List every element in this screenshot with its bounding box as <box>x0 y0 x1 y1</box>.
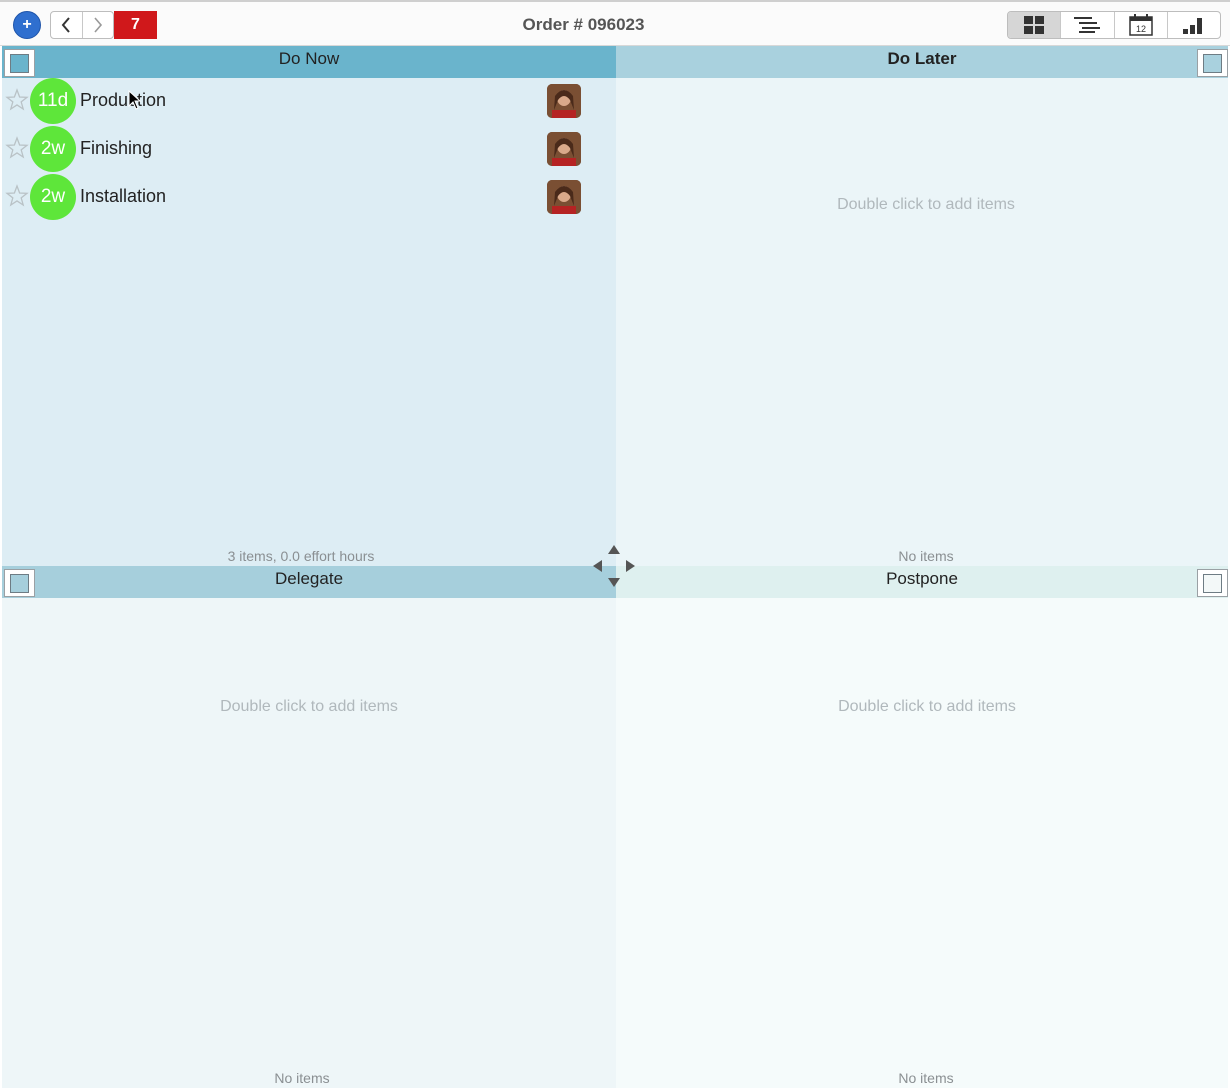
back-button[interactable] <box>51 12 82 38</box>
toolbar: + 7 Order # 096023 12 <box>0 0 1230 46</box>
grid-view-icon <box>1024 16 1045 34</box>
outline-view-icon <box>1074 17 1101 33</box>
plus-icon: + <box>22 16 32 33</box>
quadrant-title: Do Now <box>278 49 340 68</box>
quadrant-do-now[interactable]: Do Now 11d Production 2w Finishing 2w In… <box>2 46 616 566</box>
due-badge: 2w <box>30 126 76 172</box>
calendar-view-button[interactable]: 12 <box>1113 12 1167 38</box>
chart-view-icon <box>1182 18 1202 34</box>
outline-view-button[interactable] <box>1060 12 1113 38</box>
quadrant-header: Do Now <box>2 46 616 78</box>
quadrant-header: Postpone <box>616 566 1228 598</box>
quadrant-checkbox[interactable] <box>1197 569 1228 597</box>
quadrant-checkbox[interactable] <box>4 49 35 77</box>
quadrant-checkbox[interactable] <box>4 569 35 597</box>
quadrant-footer: No items <box>898 548 954 564</box>
quadrant-header: Do Later <box>616 46 1228 78</box>
star-icon[interactable] <box>5 184 29 208</box>
calendar-view-icon: 12 <box>1128 14 1153 36</box>
empty-hint: Double click to add items <box>838 698 1016 715</box>
avatar <box>547 180 581 214</box>
list-item[interactable]: 11d Production <box>2 77 616 125</box>
quadrant-title: Delegate <box>274 569 344 588</box>
grid-view-button[interactable] <box>1008 12 1061 38</box>
quadrant-do-later[interactable]: Do Later Double click to add items No it… <box>616 46 1228 566</box>
navigation-group <box>50 11 114 39</box>
quadrant-checkbox[interactable] <box>1197 49 1228 77</box>
move-handle-icon[interactable] <box>591 543 637 589</box>
quadrant-delegate[interactable]: Delegate Double click to add items No it… <box>2 566 616 1088</box>
calendar-day-text: 12 <box>1136 24 1146 34</box>
empty-hint: Double click to add items <box>220 698 398 715</box>
quadrant-title: Postpone <box>886 569 958 588</box>
star-icon[interactable] <box>5 136 29 160</box>
avatar <box>547 84 581 118</box>
star-icon[interactable] <box>5 88 29 112</box>
due-badge: 2w <box>30 174 76 220</box>
task-name: Production <box>80 90 167 110</box>
view-switcher: 12 <box>1007 11 1221 39</box>
quadrant-footer: No items <box>898 1070 954 1086</box>
add-item-button[interactable]: + <box>13 11 41 39</box>
quadrant-title: Do Later <box>887 49 957 68</box>
page-title: Order # 096023 <box>522 15 645 34</box>
quadrant-footer: No items <box>274 1070 330 1086</box>
count-badge[interactable]: 7 <box>114 11 157 39</box>
avatar <box>547 132 581 166</box>
list-item[interactable]: 2w Installation <box>2 173 616 221</box>
quadrant-footer: 3 items, 0.0 effort hours <box>227 548 375 564</box>
empty-hint: Double click to add items <box>837 196 1015 213</box>
quadrant-header: Delegate <box>2 566 616 598</box>
chevron-left-icon <box>61 17 71 33</box>
forward-button[interactable] <box>81 12 114 38</box>
list-item[interactable]: 2w Finishing <box>2 125 616 173</box>
task-name: Installation <box>80 186 167 206</box>
task-name: Finishing <box>80 138 153 158</box>
mouse-cursor-icon <box>128 90 142 110</box>
due-badge: 11d <box>30 78 76 124</box>
chart-view-button[interactable] <box>1166 12 1220 38</box>
chevron-right-icon <box>94 17 102 33</box>
quadrant-postpone[interactable]: Postpone Double click to add items No it… <box>616 566 1228 1088</box>
